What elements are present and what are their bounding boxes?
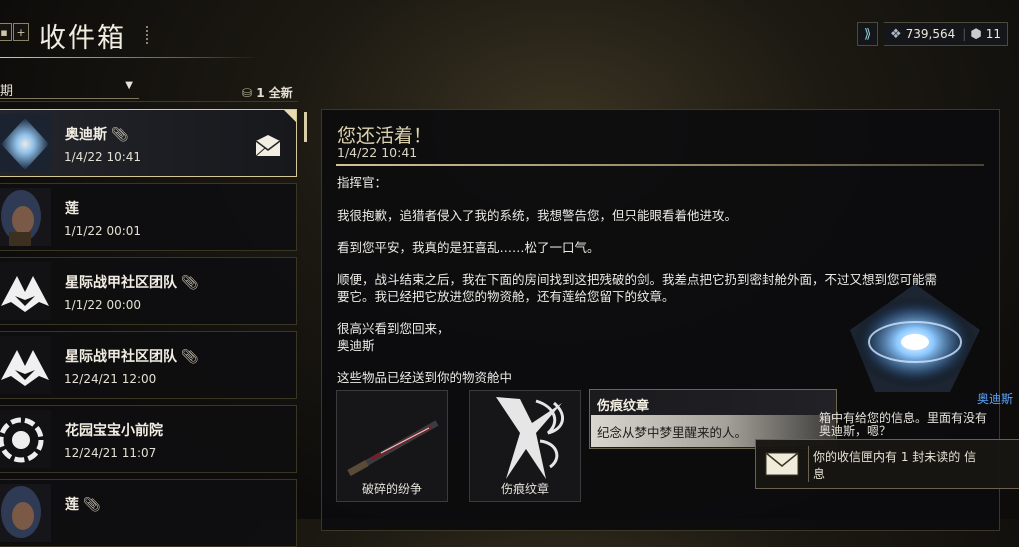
warframe-logo-icon xyxy=(0,336,51,394)
notice-text-line: 你的收信匣内有 1 封未读的 信 xyxy=(813,450,977,464)
credits-display: ❖ 739,564 | ⬢ 11 xyxy=(884,22,1008,46)
platinum-value: 11 xyxy=(985,27,1001,41)
paperclip-icon: 📎︎ xyxy=(83,497,101,513)
paperclip-icon: 📎︎ xyxy=(111,127,129,143)
envelope-icon xyxy=(765,452,799,480)
ordis-avatar xyxy=(0,114,51,172)
corner-marker xyxy=(284,110,296,122)
attachment-name: 破碎的纷争 xyxy=(361,482,422,496)
warframe-logo-icon xyxy=(0,262,51,320)
attachment-name: 伤痕纹章 xyxy=(500,482,549,496)
add-button[interactable]: + xyxy=(13,23,29,41)
sender-date: 12/24/21 12:00 xyxy=(64,372,157,386)
list-item[interactable]: 星际战甲社区团队 📎︎ 12/24/21 12:00 xyxy=(0,331,297,399)
menu-square-icon[interactable]: ▪ xyxy=(0,23,12,41)
tooltip-title: 伤痕纹章 xyxy=(597,399,650,414)
sender-date: 1/4/22 10:41 xyxy=(64,150,142,164)
sender-date: 1/1/22 00:01 xyxy=(64,224,142,238)
paragraph: 看到您平安，我真的是狂喜乱……松了一口气。 xyxy=(337,240,600,255)
new-count: ⛁ 1 全新 xyxy=(242,84,293,101)
attachment-item[interactable]: 破碎的纷争 xyxy=(336,390,448,502)
list-divider xyxy=(0,101,298,102)
message-subject: 您还活着！ xyxy=(337,125,433,147)
sword-icon xyxy=(341,401,443,485)
sender-name: 星际战甲社区团队 📎︎ xyxy=(65,275,199,291)
sender-date: 12/24/21 11:07 xyxy=(64,446,157,460)
ordis-hologram xyxy=(840,280,990,404)
paperclip-icon: 📎︎ xyxy=(181,275,199,291)
chevron-down-icon: ▼ xyxy=(125,80,133,91)
sort-dropdown[interactable]: 期 ▼ xyxy=(0,80,139,99)
lotus-avatar xyxy=(0,188,51,246)
list-item[interactable]: 莲 📎︎ xyxy=(0,479,297,547)
sender-date: 1/1/22 00:00 xyxy=(64,298,142,312)
credits-value: 739,564 xyxy=(905,27,956,41)
sender-name: 莲 xyxy=(65,201,79,217)
sender-name: 星际战甲社区团队 📎︎ xyxy=(65,349,199,365)
list-scrollbar[interactable] xyxy=(304,112,307,142)
popup-line: 奥迪斯，嗯？ xyxy=(819,424,892,438)
header: ▪ + 收件箱 xyxy=(0,14,300,56)
sort-label: 期 xyxy=(0,84,14,99)
title-dots-icon xyxy=(146,26,151,44)
list-item[interactable]: 星际战甲社区团队 📎︎ 1/1/22 00:00 xyxy=(0,257,297,325)
wing-icon[interactable]: ⟫ xyxy=(864,27,871,42)
popup-speaker: 奥迪斯 xyxy=(976,392,1013,406)
platinum-icon: ⬢ xyxy=(970,26,982,42)
list-item[interactable]: 莲 1/1/22 00:01 xyxy=(0,183,297,251)
attachment-item[interactable]: 伤痕纹章 xyxy=(469,390,581,502)
sender-name: 花园宝宝小前院 xyxy=(65,423,163,439)
new-count-label: 1 全新 xyxy=(256,86,293,100)
notice-text-line: 息 xyxy=(813,467,826,481)
greeting: 指挥官： xyxy=(337,175,388,190)
message-date: 1/4/22 10:41 xyxy=(337,145,418,160)
page-title: 收件箱 xyxy=(39,23,126,54)
credits-icon: ❖ xyxy=(890,26,902,42)
inbox-people-icon: ⛁ xyxy=(242,86,253,100)
tooltip-desc: 纪念从梦中梦里醒来的人。 xyxy=(597,425,748,440)
sender-name: 莲 📎︎ xyxy=(65,497,101,513)
open-envelope-icon xyxy=(255,135,281,161)
unread-notice[interactable]: 你的收信匣内有 1 封未读的 信 息 xyxy=(755,439,1019,489)
list-item[interactable]: 奥迪斯 📎︎ 1/4/22 10:41 xyxy=(0,109,297,177)
lotus-avatar xyxy=(0,484,51,542)
clan-emblem-icon xyxy=(0,410,51,468)
title-underline xyxy=(0,57,260,58)
sender-name: 奥迪斯 📎︎ xyxy=(65,127,129,143)
notice-divider xyxy=(808,446,809,482)
paperclip-icon: 📎︎ xyxy=(181,349,199,365)
subject-divider xyxy=(336,164,984,166)
paragraph: 我很抱歉，追猎者侵入了我的系统，我想警告您，但只能眼看着他进攻。 xyxy=(337,208,738,223)
currency-display: ⟫ xyxy=(857,22,879,46)
sigil-icon xyxy=(476,393,574,487)
list-item[interactable]: 花园宝宝小前院 12/24/21 11:07 xyxy=(0,405,297,473)
